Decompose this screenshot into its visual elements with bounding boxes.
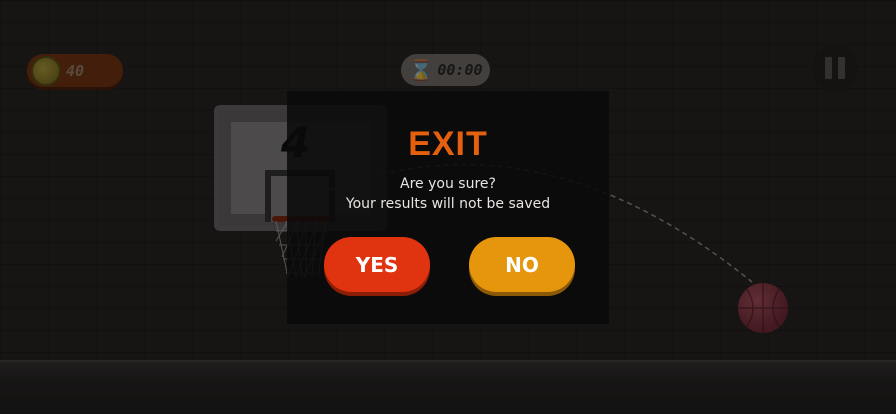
game-stage: 4 40 ⌛ 00:00 EX: [0, 0, 896, 414]
dialog-question: Are you sure?: [400, 176, 496, 192]
exit-dialog: EXIT Are you sure? Your results will not…: [287, 91, 609, 324]
yes-button[interactable]: YES: [324, 237, 430, 292]
dialog-warning: Your results will not be saved: [345, 196, 551, 212]
dialog-title: EXIT: [408, 125, 488, 163]
no-button[interactable]: NO: [469, 237, 575, 292]
